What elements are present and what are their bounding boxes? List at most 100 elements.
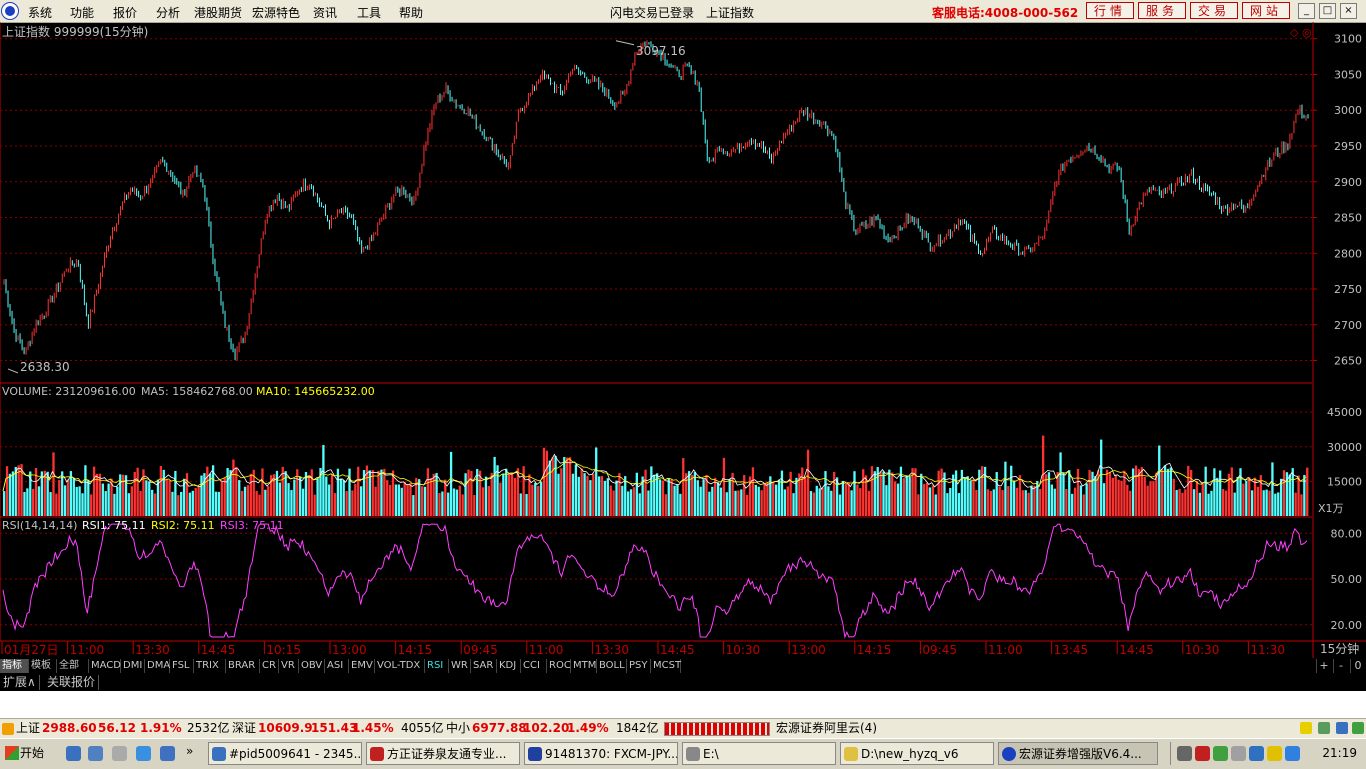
task-hongyuan[interactable]: 宏源证券增强版V6.4... <box>998 742 1158 765</box>
quicklaunch-explorer-icon[interactable] <box>88 746 103 761</box>
menu-system[interactable]: 系统 <box>28 4 52 21</box>
volume-bar <box>388 484 392 516</box>
close-button[interactable]: × <box>1340 3 1357 19</box>
indicator-tab[interactable]: WR <box>449 659 471 673</box>
indicator-tab-control[interactable]: - <box>1333 659 1348 673</box>
extension-tabs: 扩展∧ 关联报价 <box>0 674 1366 691</box>
indicator-tab[interactable]: CR <box>260 659 279 673</box>
volume-bar <box>151 489 154 516</box>
volume-bar <box>449 451 453 516</box>
volume-bar <box>32 488 35 516</box>
nav-service-button[interactable]: 服务 <box>1138 2 1186 19</box>
restore-button[interactable]: □ <box>1319 3 1336 19</box>
menu-news[interactable]: 资讯 <box>313 4 337 21</box>
indicator-tab[interactable]: RSI <box>425 659 449 673</box>
task-fxcm[interactable]: 91481370: FXCM-JPY... <box>524 742 678 765</box>
indicator-tab[interactable]: DMA <box>145 659 170 673</box>
volume-bar <box>1079 485 1083 516</box>
server-name[interactable]: 宏源证券阿里云(4) <box>776 719 877 738</box>
minimize-button[interactable]: _ <box>1298 3 1315 19</box>
indicator-tab[interactable]: VOL-TDX <box>375 659 425 673</box>
nav-website-button[interactable]: 网站 <box>1242 2 1290 19</box>
price-tick-label: 2850 <box>1334 212 1362 225</box>
menu-analysis[interactable]: 分析 <box>156 4 180 21</box>
menu-help[interactable]: 帮助 <box>399 4 423 21</box>
indicator-tab[interactable]: ROC <box>547 659 571 673</box>
sz-label[interactable]: 深证 <box>232 719 256 738</box>
quicklaunch-window-icon[interactable] <box>112 746 127 761</box>
quicklaunch-browser-icon[interactable] <box>136 746 151 761</box>
volume-bar <box>380 469 383 516</box>
chart-corner-icon[interactable]: ◇ ◎ <box>1290 26 1312 39</box>
network-icon[interactable] <box>1336 722 1348 734</box>
menu-quote[interactable]: 报价 <box>113 4 137 21</box>
tab-expand[interactable]: 扩展∧ <box>0 675 40 690</box>
volume-bar <box>330 474 334 516</box>
indicator-tab[interactable]: CCI <box>521 659 547 673</box>
task-drive-e[interactable]: E:\ <box>682 742 836 765</box>
volume-bar <box>490 472 493 516</box>
tray-network-icon[interactable] <box>1213 746 1228 761</box>
menu-function[interactable]: 功能 <box>70 4 94 21</box>
tab-related-quote[interactable]: 关联报价 <box>44 675 100 690</box>
indicator-tab-control[interactable]: 0 <box>1350 659 1365 673</box>
nav-quote-button[interactable]: 行情 <box>1086 2 1134 19</box>
quote-bar-icon[interactable] <box>2 723 14 735</box>
indicator-tab[interactable]: SAR <box>471 659 497 673</box>
volume-bar <box>1277 492 1280 516</box>
indicator-tab[interactable]: EMV <box>349 659 375 673</box>
indicator-tab[interactable]: KDJ <box>497 659 521 673</box>
tray-shield-icon[interactable] <box>1285 746 1300 761</box>
tray-flag-icon[interactable] <box>1195 746 1210 761</box>
kline-chart[interactable]: 上证指数 999999(15分钟) ◇ ◎ 3097.16 2638.30 31… <box>0 22 1366 658</box>
connected-icon[interactable] <box>1352 722 1364 734</box>
menu-hongyuan[interactable]: 宏源特色 <box>252 4 300 21</box>
indicator-tab[interactable]: VR <box>279 659 299 673</box>
nav-trade-button[interactable]: 交易 <box>1190 2 1238 19</box>
volume-bar <box>925 482 929 516</box>
indicator-tab[interactable]: MACD <box>89 659 121 673</box>
tray-security-icon[interactable] <box>1267 746 1282 761</box>
volume-bar <box>635 472 638 516</box>
tray-app-icon[interactable] <box>1249 746 1264 761</box>
signal-icon[interactable] <box>1318 722 1330 734</box>
indicator-tab[interactable]: FSL <box>170 659 194 673</box>
lock-icon[interactable] <box>1300 722 1312 734</box>
quicklaunch-desktop-icon[interactable] <box>66 746 81 761</box>
volume-bar <box>664 494 668 516</box>
quicklaunch-more-icon[interactable]: » <box>186 744 193 758</box>
indicator-tab[interactable]: 指标 <box>0 659 29 673</box>
indicator-tab[interactable]: MCST <box>651 659 681 673</box>
indicator-tab[interactable]: 全部 <box>57 659 89 673</box>
quicklaunch-ie-icon[interactable] <box>160 746 175 761</box>
indicator-tab[interactable]: BOLL <box>597 659 627 673</box>
task-fangzheng[interactable]: 方正证券泉友通专业... <box>366 742 520 765</box>
price-tick-label: 2650 <box>1334 355 1362 368</box>
indicator-tab[interactable]: 模板 <box>29 659 57 673</box>
volume-bar <box>844 484 847 516</box>
period-label[interactable]: 15分钟 <box>1320 641 1359 656</box>
volume-bar <box>1085 483 1088 516</box>
indicator-tab[interactable]: TRIX <box>194 659 226 673</box>
start-button[interactable]: 开始 <box>2 742 48 765</box>
indicator-tab[interactable]: DMI <box>121 659 145 673</box>
indicator-tab[interactable]: BRAR <box>226 659 260 673</box>
indicator-tab[interactable]: PSY <box>627 659 651 673</box>
tray-volume-icon[interactable] <box>1231 746 1246 761</box>
volume-bar <box>1030 485 1033 516</box>
indicator-tab[interactable]: OBV <box>299 659 325 673</box>
volume-bar <box>322 445 325 516</box>
indicator-tab[interactable]: MTM <box>571 659 597 673</box>
sh-label[interactable]: 上证 <box>16 719 40 738</box>
menu-hk-futures[interactable]: 港股期货 <box>194 4 242 21</box>
volume-bar <box>1160 469 1164 516</box>
indicator-tab[interactable]: ASI <box>325 659 349 673</box>
tray-keyboard-icon[interactable] <box>1177 746 1192 761</box>
indicator-tab-control[interactable]: + <box>1316 659 1331 673</box>
task-2345[interactable]: #pid5009641 - 2345... <box>208 742 362 765</box>
task-folder[interactable]: D:\new_hyzq_v6 <box>840 742 994 765</box>
zx-label[interactable]: 中小 <box>446 719 470 738</box>
menu-tools[interactable]: 工具 <box>357 4 381 21</box>
volume-bar <box>809 491 813 516</box>
volume-bar <box>519 493 522 516</box>
